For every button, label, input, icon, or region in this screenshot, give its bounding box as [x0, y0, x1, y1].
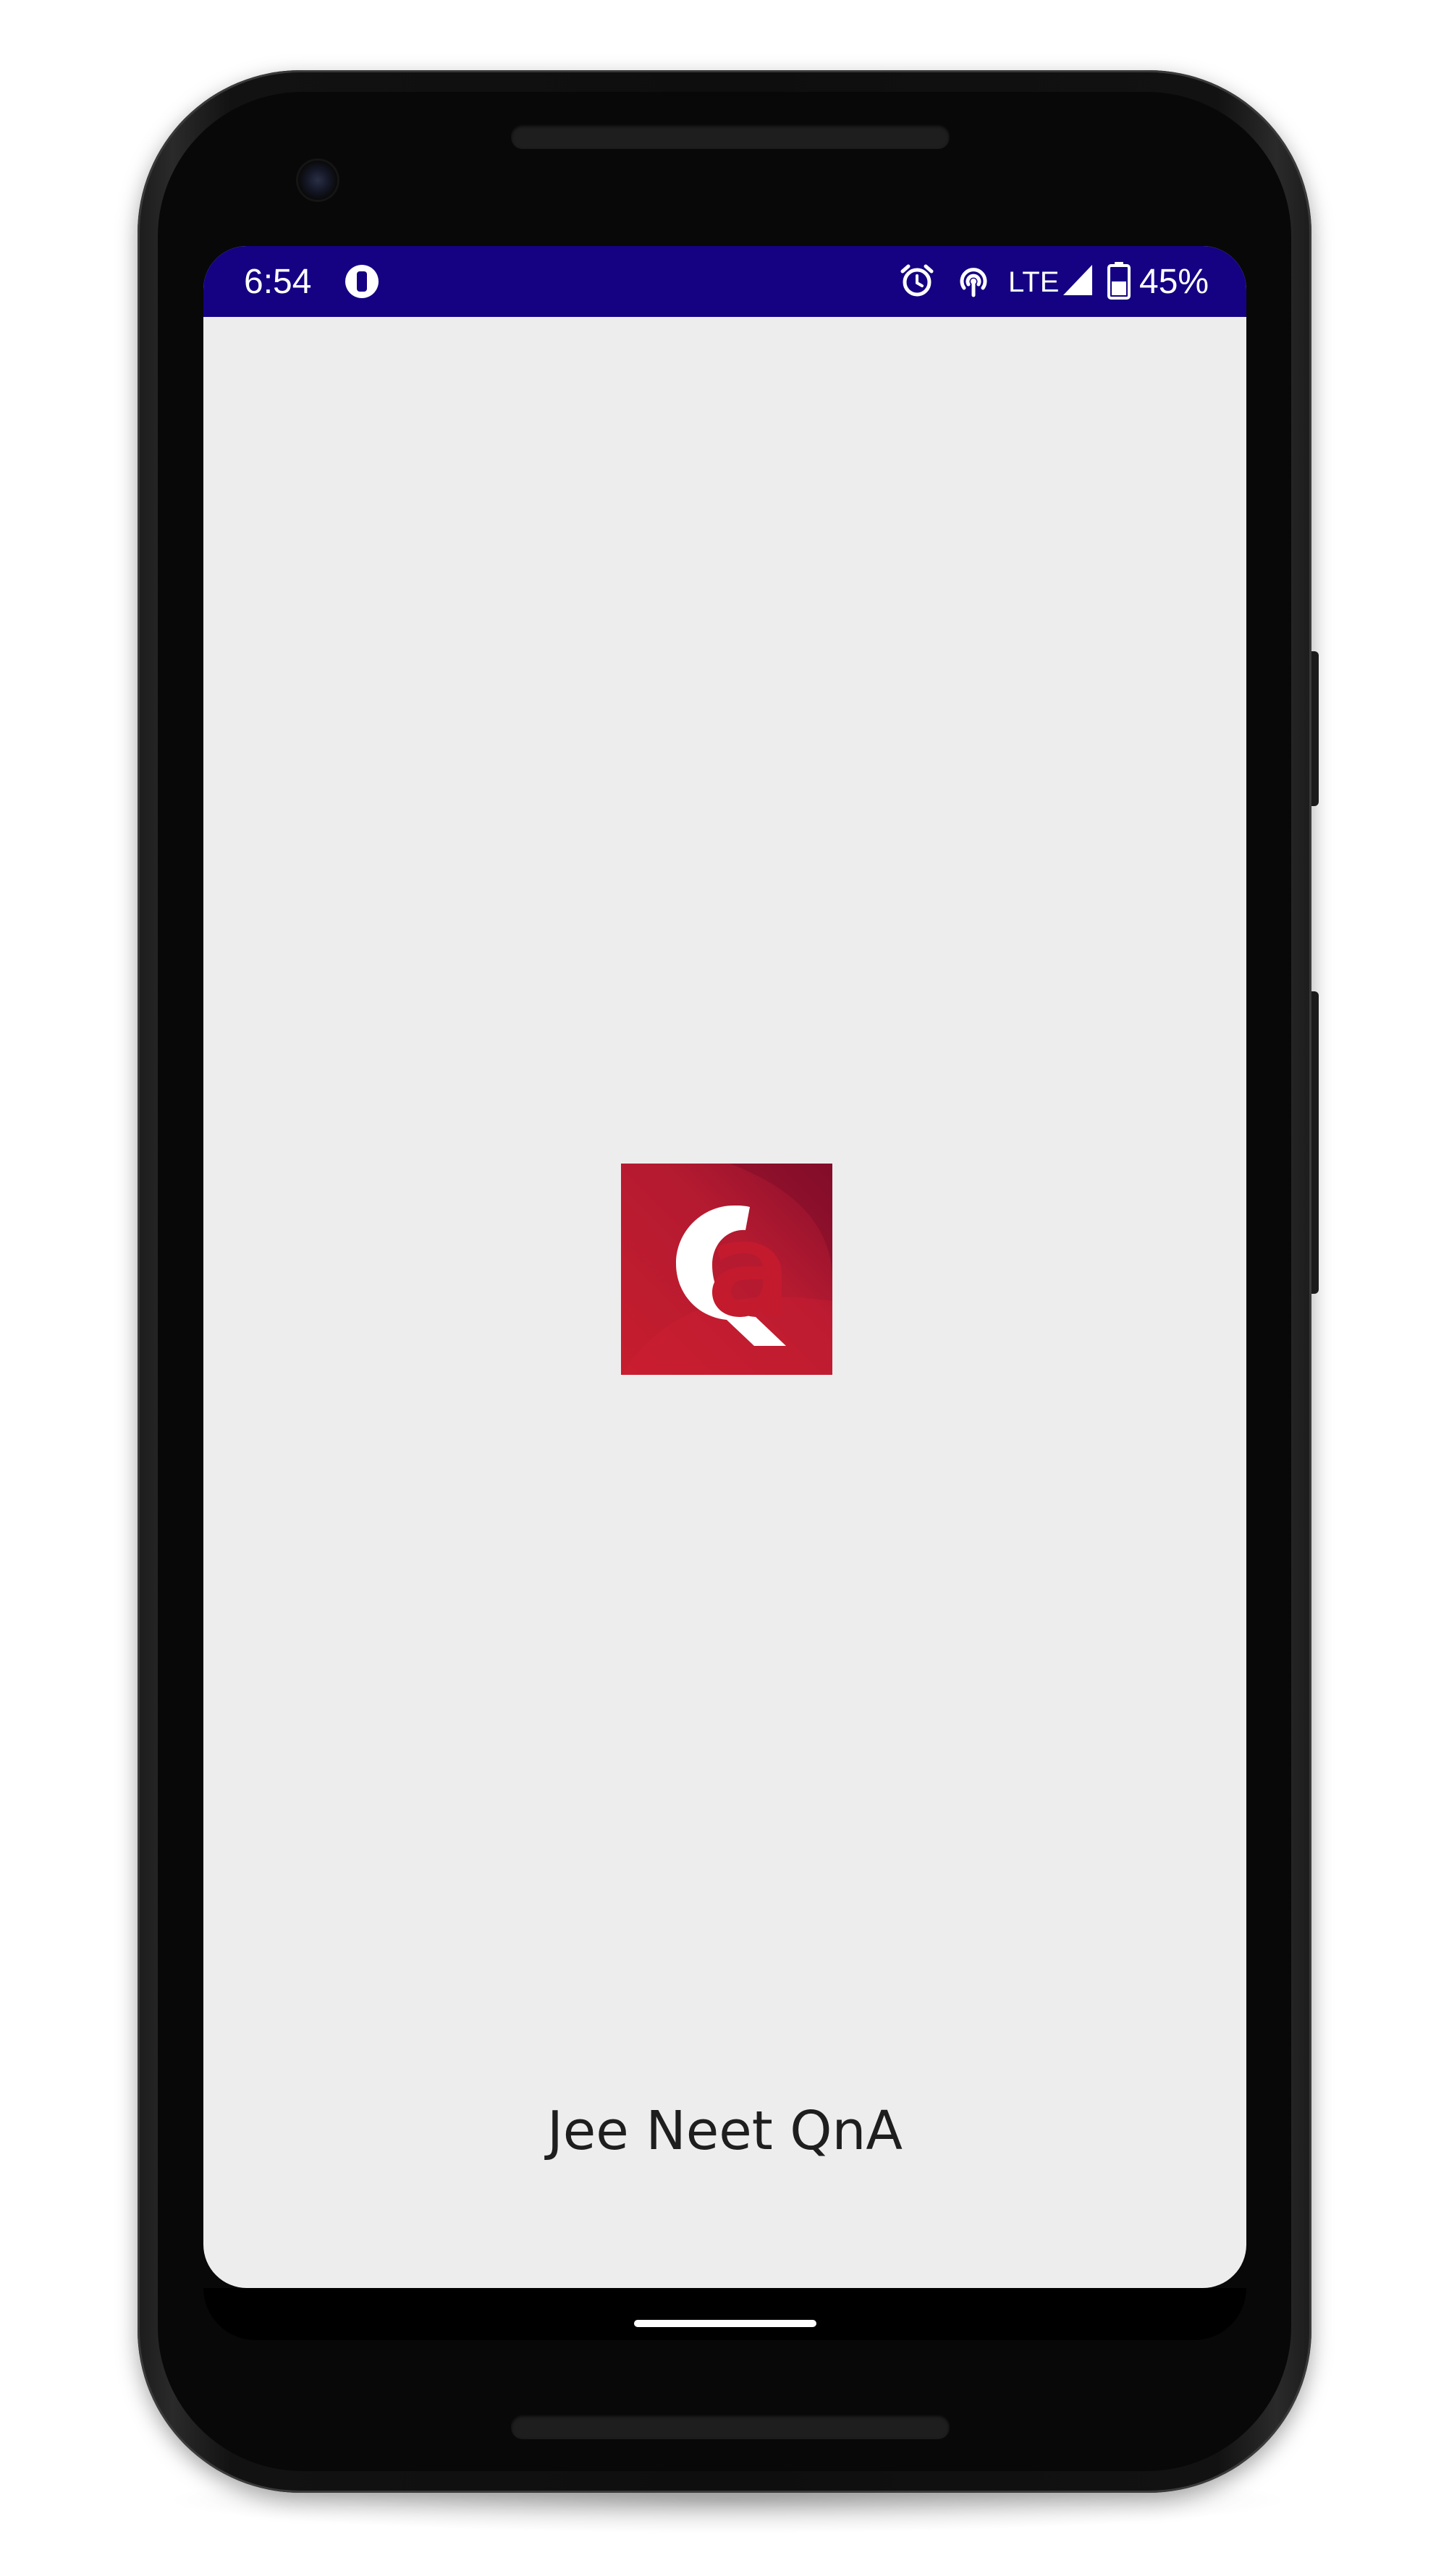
device-stage: 6:54 LTE 45% Jee Neet QnA: [0, 0, 1449, 2576]
battery-percent: 45%: [1139, 263, 1209, 301]
home-pill[interactable]: [634, 2320, 816, 2327]
app-notification-icon: [345, 265, 379, 298]
bottom-speaker: [511, 2415, 950, 2439]
hotspot-icon: [960, 268, 987, 297]
device-screen: 6:54 LTE 45% Jee Neet QnA: [203, 246, 1246, 2288]
app-name-label: Jee Neet QnA: [546, 2100, 903, 2162]
qa-logo-icon: [621, 1164, 832, 1375]
signal-icon: [1063, 265, 1092, 295]
network-type-label: LTE: [1008, 266, 1060, 298]
status-bar: 6:54 LTE 45%: [203, 246, 1246, 317]
status-time: 6:54: [244, 263, 312, 301]
battery-icon: [1107, 262, 1131, 300]
front-camera: [298, 161, 337, 200]
alarm-icon: [900, 264, 934, 297]
navigation-bar: [203, 2288, 1246, 2340]
top-speaker: [511, 124, 950, 149]
